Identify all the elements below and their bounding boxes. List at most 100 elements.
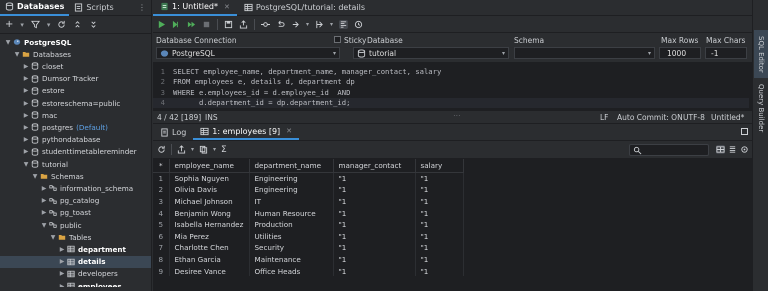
db-connection-select[interactable]: PostgreSQL ▾ bbox=[156, 47, 340, 59]
chevron-down-icon[interactable]: ▼ bbox=[40, 222, 48, 229]
tree-item-studenttimetablereminder[interactable]: ▶ studenttimetablereminder bbox=[0, 146, 151, 158]
tree-item-dumsor-tracker[interactable]: ▶ Dumsor Tracker bbox=[0, 73, 151, 85]
table-cell[interactable]: Utilities bbox=[249, 230, 334, 243]
chevron-down-icon[interactable]: ▾ bbox=[306, 21, 309, 28]
tree-item-closet[interactable]: ▶ closet bbox=[0, 60, 151, 72]
transaction-icon[interactable] bbox=[291, 20, 300, 29]
table-cell[interactable]: "1 bbox=[333, 253, 416, 266]
table-cell[interactable]: "1 bbox=[415, 207, 464, 219]
column-header[interactable]: * bbox=[153, 159, 170, 173]
table-cell[interactable]: "1 bbox=[333, 195, 416, 208]
run-script-icon[interactable] bbox=[172, 20, 181, 29]
chevron-right-icon[interactable]: ▶ bbox=[22, 124, 30, 131]
filter-icon[interactable] bbox=[30, 20, 40, 29]
chevron-down-icon[interactable]: ▼ bbox=[4, 39, 12, 46]
run-all-icon[interactable] bbox=[187, 20, 196, 29]
table-cell[interactable]: Engineering bbox=[249, 172, 334, 185]
table-cell[interactable]: Mia Perez bbox=[169, 230, 250, 243]
table-cell[interactable]: Isabella Hernandez bbox=[169, 218, 250, 231]
chevron-right-icon[interactable]: ▶ bbox=[22, 100, 30, 107]
table-cell[interactable]: "1 bbox=[333, 218, 416, 231]
table-cell[interactable]: "1 bbox=[415, 184, 464, 196]
chevron-right-icon[interactable]: ▶ bbox=[22, 112, 30, 119]
tree-item-estoreschema-public[interactable]: ▶ estoreschema=public bbox=[0, 97, 151, 109]
column-header[interactable]: salary bbox=[415, 159, 464, 173]
table-cell[interactable]: "1 bbox=[333, 265, 416, 276]
chevron-right-icon[interactable]: ▶ bbox=[40, 185, 48, 192]
close-icon[interactable]: ✕ bbox=[286, 127, 292, 135]
max-rows-input[interactable]: 1000 bbox=[659, 47, 701, 59]
table-cell[interactable]: "1 bbox=[415, 242, 464, 254]
table-row[interactable]: 7 Charlotte Chen Security "1 "1 bbox=[153, 242, 464, 254]
table-cell[interactable]: Engineering bbox=[249, 184, 334, 196]
chevron-right-icon[interactable]: ▶ bbox=[58, 270, 66, 277]
autocommit-status[interactable]: Auto Commit: ON bbox=[617, 113, 683, 122]
table-cell[interactable]: "1 bbox=[333, 184, 416, 196]
table-row[interactable]: 2 Olivia Davis Engineering "1 "1 bbox=[153, 184, 464, 196]
table-row[interactable]: 9 Desiree Vance Office Heads "1 "1 bbox=[153, 265, 464, 276]
chevron-right-icon[interactable]: ▶ bbox=[22, 148, 30, 155]
table-row[interactable]: 4 Benjamin Wong Human Resource "1 "1 bbox=[153, 207, 464, 219]
table-cell[interactable]: "1 bbox=[415, 230, 464, 243]
grid-view-icon[interactable] bbox=[716, 145, 725, 154]
refresh-icon[interactable] bbox=[157, 145, 166, 154]
close-icon[interactable]: ✕ bbox=[224, 3, 230, 11]
tree-item-mac[interactable]: ▶ mac bbox=[0, 109, 151, 121]
table-cell[interactable]: "1 bbox=[333, 230, 416, 243]
table-cell[interactable]: Ethan Garcia bbox=[169, 253, 250, 266]
history-icon[interactable] bbox=[354, 20, 363, 29]
more-icon[interactable]: ⋮ bbox=[138, 3, 146, 12]
table-row[interactable]: 3 Michael Johnson IT "1 "1 bbox=[153, 195, 464, 208]
table-cell[interactable]: Michael Johnson bbox=[169, 195, 250, 208]
chevron-down-icon[interactable]: ▼ bbox=[49, 234, 57, 241]
chevron-down-icon[interactable]: ▼ bbox=[13, 51, 21, 58]
chevron-right-icon[interactable]: ▶ bbox=[22, 136, 30, 143]
sql-editor[interactable]: 1 SELECT employee_name, department_name, … bbox=[153, 63, 752, 111]
sticky-checkbox[interactable] bbox=[334, 36, 341, 43]
chevron-down-icon[interactable]: ▾ bbox=[191, 146, 194, 153]
settings-icon[interactable] bbox=[740, 145, 749, 154]
stop-icon[interactable] bbox=[202, 20, 211, 29]
table-cell[interactable]: Maintenance bbox=[249, 253, 334, 266]
text-view-icon[interactable] bbox=[728, 145, 737, 154]
code-line[interactable]: 2 FROM employees e, details d, department… bbox=[153, 77, 749, 88]
column-header[interactable]: employee_name bbox=[169, 159, 250, 173]
tree-item-department[interactable]: ▶ department bbox=[0, 243, 151, 255]
tree-item-postgresql[interactable]: ▼ PostgreSQL bbox=[0, 36, 151, 48]
table-cell[interactable]: "1 bbox=[415, 265, 464, 276]
tab-untitled[interactable]: 1: Untitled* ✕ bbox=[153, 0, 237, 16]
rollback-icon[interactable] bbox=[276, 20, 285, 29]
chevron-down-icon[interactable]: ▼ bbox=[22, 161, 30, 168]
table-cell[interactable]: IT bbox=[249, 195, 334, 208]
chevron-right-icon[interactable]: ▶ bbox=[22, 87, 30, 94]
explain-icon[interactable] bbox=[315, 20, 324, 29]
copy-icon[interactable] bbox=[199, 145, 208, 154]
table-cell[interactable]: Benjamin Wong bbox=[169, 207, 250, 219]
refresh-icon[interactable] bbox=[57, 20, 66, 29]
table-cell[interactable]: Sophia Nguyen bbox=[169, 172, 250, 185]
chevron-down-icon[interactable]: ▾ bbox=[213, 146, 216, 153]
column-header[interactable]: manager_contact bbox=[333, 159, 416, 173]
table-row[interactable]: 8 Ethan Garcia Maintenance "1 "1 bbox=[153, 253, 464, 266]
chevron-right-icon[interactable]: ▶ bbox=[40, 209, 48, 216]
code-line[interactable]: 1 SELECT employee_name, department_name, … bbox=[153, 66, 749, 77]
tab-query-builder[interactable]: Query Builder bbox=[754, 80, 768, 136]
table-cell[interactable]: Desiree Vance bbox=[169, 265, 250, 276]
expand-icon[interactable] bbox=[89, 20, 98, 29]
tab-sql-editor[interactable]: SQL Editor bbox=[754, 30, 768, 78]
table-row[interactable]: 5 Isabella Hernandez Production "1 "1 bbox=[153, 218, 464, 231]
tab-employees-result[interactable]: 1: employees [9] ✕ bbox=[193, 124, 300, 140]
chevron-down-icon[interactable]: ▾ bbox=[20, 21, 24, 29]
tree-item-information-schema[interactable]: ▶ information_schema bbox=[0, 182, 151, 194]
drag-handle[interactable]: ⋯ bbox=[453, 111, 461, 120]
maximize-icon[interactable] bbox=[741, 128, 748, 135]
chevron-right-icon[interactable]: ▶ bbox=[58, 246, 66, 253]
export-data-icon[interactable] bbox=[177, 145, 186, 154]
add-connection-icon[interactable]: + bbox=[5, 19, 13, 30]
format-icon[interactable] bbox=[339, 19, 349, 29]
table-cell[interactable]: "1 bbox=[415, 218, 464, 231]
chevron-right-icon[interactable]: ▶ bbox=[22, 75, 30, 82]
run-icon[interactable] bbox=[157, 20, 166, 29]
table-cell[interactable]: "1 bbox=[415, 253, 464, 266]
tree-item-pg-toast[interactable]: ▶ pg_toast bbox=[0, 207, 151, 219]
